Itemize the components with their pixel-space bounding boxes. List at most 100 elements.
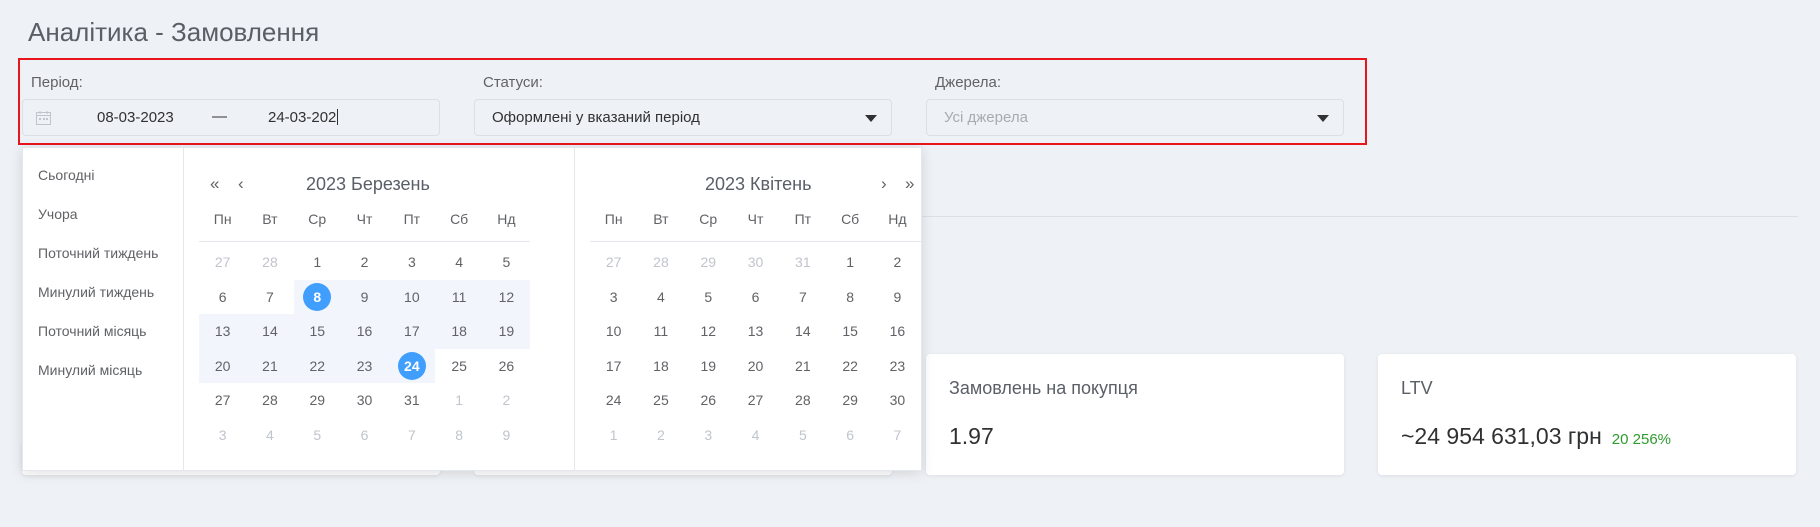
calendar-day[interactable]: 29 (294, 383, 341, 418)
calendar-day[interactable]: 8 (435, 418, 482, 453)
calendar-day[interactable]: 4 (435, 245, 482, 280)
calendar-day[interactable]: 5 (685, 280, 732, 315)
next-year-icon[interactable]: » (905, 174, 914, 194)
calendar-day[interactable]: 5 (483, 245, 530, 280)
calendar-day[interactable]: 8 (826, 280, 873, 315)
calendar-day[interactable]: 26 (483, 349, 530, 384)
shortcut-last-week[interactable]: Минулий тиждень (38, 284, 154, 300)
calendar-day[interactable]: 2 (637, 418, 684, 453)
calendar-day[interactable]: 9 (340, 279, 389, 314)
calendar-day[interactable]: 31 (779, 245, 826, 280)
calendar-day[interactable]: 9 (483, 418, 530, 453)
calendar-day[interactable]: 23 (874, 349, 921, 384)
calendar-day[interactable]: 3 (388, 245, 435, 280)
calendar-day[interactable]: 22 (293, 348, 341, 383)
calendar-day[interactable]: 28 (246, 383, 293, 418)
calendar-day[interactable]: 12 (685, 314, 732, 349)
calendar-day[interactable]: 3 (590, 280, 637, 315)
calendar-day[interactable]: 2 (341, 245, 388, 280)
date-end-field[interactable]: 24-03-202 (268, 109, 338, 126)
calendar-day[interactable]: 21 (246, 348, 294, 383)
calendar-day[interactable]: 27 (199, 245, 246, 280)
calendar-day[interactable]: 20 (199, 348, 247, 383)
calendar-day[interactable]: 25 (637, 383, 684, 418)
calendar-day[interactable]: 27 (590, 245, 637, 280)
calendar-day[interactable]: 5 (779, 418, 826, 453)
calendar-day[interactable]: 6 (199, 280, 246, 315)
source-select[interactable]: Усі джерела (926, 99, 1344, 136)
calendar-day[interactable]: 30 (732, 245, 779, 280)
calendar-day[interactable]: 6 (341, 418, 388, 453)
calendar-day[interactable]: 1 (590, 418, 637, 453)
date-range-input[interactable]: 08-03-2023 — 24-03-202 (22, 99, 440, 136)
calendar-day[interactable]: 30 (874, 383, 921, 418)
calendar-day[interactable]: 7 (779, 280, 826, 315)
calendar-day[interactable]: 9 (874, 280, 921, 315)
prev-year-icon[interactable]: « (210, 174, 219, 194)
calendar-day[interactable]: 7 (246, 280, 293, 315)
calendar-day[interactable]: 15 (826, 314, 873, 349)
calendar-day-range-end[interactable]: 24 (388, 348, 436, 383)
calendar-day[interactable]: 28 (779, 383, 826, 418)
calendar-day[interactable]: 12 (482, 279, 531, 314)
calendar-day[interactable]: 13 (199, 314, 247, 349)
calendar-day[interactable]: 7 (874, 418, 921, 453)
calendar-day[interactable]: 22 (826, 349, 873, 384)
next-month-icon[interactable]: › (881, 174, 887, 194)
calendar-day[interactable]: 21 (779, 349, 826, 384)
calendar-day[interactable]: 26 (685, 383, 732, 418)
calendar-day[interactable]: 15 (293, 314, 341, 349)
calendar-day[interactable]: 3 (685, 418, 732, 453)
calendar-day[interactable]: 1 (294, 245, 341, 280)
shortcut-today[interactable]: Сьогодні (38, 167, 94, 183)
calendar-day[interactable]: 20 (732, 349, 779, 384)
calendar-day[interactable]: 16 (874, 314, 921, 349)
calendar-day[interactable]: 4 (637, 280, 684, 315)
calendar-day[interactable]: 29 (685, 245, 732, 280)
calendar-day[interactable]: 17 (590, 349, 637, 384)
shortcut-current-month[interactable]: Поточний місяць (38, 323, 146, 339)
calendar-day[interactable]: 31 (388, 383, 435, 418)
calendar-day[interactable]: 6 (826, 418, 873, 453)
calendar-day[interactable]: 2 (483, 383, 530, 418)
calendar-day[interactable]: 28 (637, 245, 684, 280)
calendar-day[interactable]: 14 (779, 314, 826, 349)
date-start-field[interactable]: 08-03-2023 (97, 109, 174, 126)
calendar-day[interactable]: 11 (435, 279, 483, 314)
picker-shortcuts: Сьогодні Учора Поточний тиждень Минулий … (23, 148, 184, 470)
calendar-day[interactable]: 24 (590, 383, 637, 418)
calendar-day[interactable]: 18 (637, 349, 684, 384)
calendar-day[interactable]: 3 (199, 418, 246, 453)
calendar-day[interactable]: 27 (732, 383, 779, 418)
calendar-day[interactable]: 19 (685, 349, 732, 384)
calendar-day[interactable]: 13 (732, 314, 779, 349)
shortcut-yesterday[interactable]: Учора (38, 206, 78, 222)
calendar-day[interactable]: 16 (340, 314, 389, 349)
prev-month-icon[interactable]: ‹ (238, 174, 244, 194)
calendar-day[interactable]: 4 (732, 418, 779, 453)
calendar-day[interactable]: 27 (199, 383, 246, 418)
calendar-day[interactable]: 11 (637, 314, 684, 349)
calendar-day[interactable]: 1 (435, 383, 482, 418)
calendar-day[interactable]: 10 (388, 279, 436, 314)
shortcut-last-month[interactable]: Минулий місяць (38, 362, 142, 378)
calendar-day[interactable]: 28 (246, 245, 293, 280)
calendar-day[interactable]: 7 (388, 418, 435, 453)
calendar-day[interactable]: 5 (294, 418, 341, 453)
calendar-day[interactable]: 10 (590, 314, 637, 349)
calendar-day[interactable]: 1 (826, 245, 873, 280)
calendar-day[interactable]: 30 (341, 383, 388, 418)
shortcut-current-week[interactable]: Поточний тиждень (38, 245, 158, 261)
status-select[interactable]: Оформлені у вказаний період (474, 99, 892, 136)
calendar-day[interactable]: 29 (826, 383, 873, 418)
calendar-day[interactable]: 19 (482, 314, 531, 349)
calendar-day[interactable]: 4 (246, 418, 293, 453)
calendar-day[interactable]: 17 (388, 314, 436, 349)
calendar-day[interactable]: 6 (732, 280, 779, 315)
calendar-day[interactable]: 14 (246, 314, 294, 349)
calendar-day[interactable]: 23 (340, 348, 389, 383)
calendar-day[interactable]: 2 (874, 245, 921, 280)
calendar-day[interactable]: 18 (435, 314, 483, 349)
calendar-day[interactable]: 25 (435, 349, 482, 384)
calendar-day-range-start[interactable]: 8 (293, 279, 341, 314)
